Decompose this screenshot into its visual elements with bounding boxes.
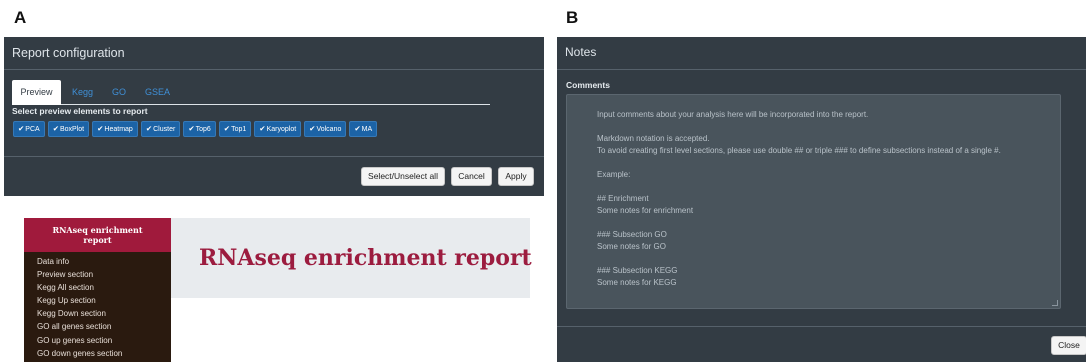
comments-textarea[interactable]: Input comments about your analysis here … — [566, 94, 1061, 309]
placeholder-line: ### Subsection KEGG — [597, 266, 678, 275]
chip-label: Top1 — [231, 126, 247, 133]
placeholder-line: ## Enrichment — [597, 194, 649, 203]
chip-label: MA — [361, 126, 373, 133]
tab-bar: Preview Kegg GO GSEA — [12, 80, 490, 105]
report-sidebar-title: RNAseq enrichment report — [24, 218, 171, 252]
tab-go[interactable]: GO — [112, 80, 126, 105]
chip-pca[interactable]: ✔PCA — [13, 121, 45, 137]
chip-label: Top6 — [195, 126, 211, 133]
footer-divider — [557, 326, 1086, 327]
placeholder-line: Some notes for KEGG — [597, 278, 677, 287]
tab-gsea[interactable]: GSEA — [145, 80, 170, 105]
nav-item-preview[interactable]: Preview section — [37, 268, 171, 281]
nav-item-kegg-all[interactable]: Kegg All section — [37, 281, 171, 294]
close-button[interactable]: Close — [1051, 336, 1086, 355]
chip-label: Volcano — [316, 126, 342, 133]
report-title: RNAseq enrichment report — [199, 245, 532, 271]
check-icon: ✔ — [188, 124, 195, 133]
cancel-button[interactable]: Cancel — [451, 167, 492, 186]
report-config-modal: Report configuration Preview Kegg GO GSE… — [4, 37, 544, 196]
placeholder-line: ### Subsection GO — [597, 230, 667, 239]
chip-label: PCA — [25, 126, 40, 133]
nav-item-go-down[interactable]: GO down genes section — [37, 347, 171, 360]
check-icon: ✔ — [97, 124, 104, 133]
sidebar-title-line: RNAseq enrichment — [52, 225, 143, 235]
select-all-button[interactable]: Select/Unselect all — [361, 167, 445, 186]
placeholder-line — [597, 121, 1060, 133]
placeholder-line — [597, 217, 1060, 229]
panel-label-a: A — [14, 8, 27, 27]
chip-label: Karyoplot — [266, 126, 297, 133]
report-sidebar: RNAseq enrichment report Data info Previ… — [24, 218, 171, 362]
report-header: RNAseq enrichment report — [171, 218, 532, 298]
chip-ma[interactable]: ✔MA — [349, 121, 378, 137]
placeholder-line: Example: — [597, 170, 631, 179]
chip-top1[interactable]: ✔Top1 — [218, 121, 252, 137]
placeholder-line: Markdown notation is accepted. — [597, 134, 710, 143]
chip-cluster[interactable]: ✔Cluster — [140, 121, 181, 137]
sidebar-title-line: report — [83, 235, 112, 245]
chip-karyoplot[interactable]: ✔Karyoplot — [254, 121, 302, 137]
nav-item-kegg-up[interactable]: Kegg Up section — [37, 294, 171, 307]
tab-kegg[interactable]: Kegg — [72, 80, 93, 105]
nav-item-data-info[interactable]: Data info — [37, 255, 171, 268]
placeholder-line — [597, 181, 1060, 193]
placeholder-line: Some notes for GO — [597, 242, 666, 251]
footer-divider — [4, 156, 544, 157]
modal-title: Report configuration — [4, 37, 544, 70]
check-icon: ✔ — [309, 124, 316, 133]
tab-preview[interactable]: Preview — [12, 80, 61, 105]
chip-label: Heatmap — [104, 126, 133, 133]
chip-label: Cluster — [153, 126, 176, 133]
placeholder-line: To avoid creating first level sections, … — [597, 146, 1001, 155]
placeholder-line: Input comments about your analysis here … — [597, 110, 869, 119]
panel-label-b: B — [566, 8, 579, 27]
nav-item-go-all[interactable]: GO all genes section — [37, 320, 171, 333]
check-icon: ✔ — [18, 124, 25, 133]
notes-modal: Notes Comments Input comments about your… — [557, 37, 1086, 362]
check-icon: ✔ — [52, 124, 59, 133]
chip-label: BoxPlot — [60, 126, 85, 133]
apply-button[interactable]: Apply — [498, 167, 534, 186]
comments-label: Comments — [566, 80, 610, 90]
chip-heatmap[interactable]: ✔Heatmap — [92, 121, 138, 137]
select-elements-label: Select preview elements to report — [12, 106, 148, 116]
placeholder-line — [597, 253, 1060, 265]
chip-volcano[interactable]: ✔Volcano — [304, 121, 347, 137]
nav-item-kegg-down[interactable]: Kegg Down section — [37, 307, 171, 320]
resize-handle-icon[interactable] — [1052, 300, 1058, 306]
check-icon: ✔ — [259, 124, 266, 133]
nav-item-go-up[interactable]: GO up genes section — [37, 334, 171, 347]
report-nav: Data info Preview section Kegg All secti… — [24, 252, 171, 360]
placeholder-line — [597, 157, 1060, 169]
check-icon: ✔ — [354, 124, 361, 133]
placeholder-line: Some notes for enrichment — [597, 206, 694, 215]
check-icon: ✔ — [223, 124, 231, 133]
chip-top6[interactable]: ✔Top6 — [183, 121, 216, 137]
check-icon: ✔ — [145, 124, 153, 133]
preview-element-chips: ✔PCA ✔BoxPlot ✔Heatmap ✔Cluster ✔Top6 ✔T… — [13, 121, 378, 137]
chip-boxplot[interactable]: ✔BoxPlot — [47, 121, 90, 137]
modal-title: Notes — [557, 37, 1086, 70]
